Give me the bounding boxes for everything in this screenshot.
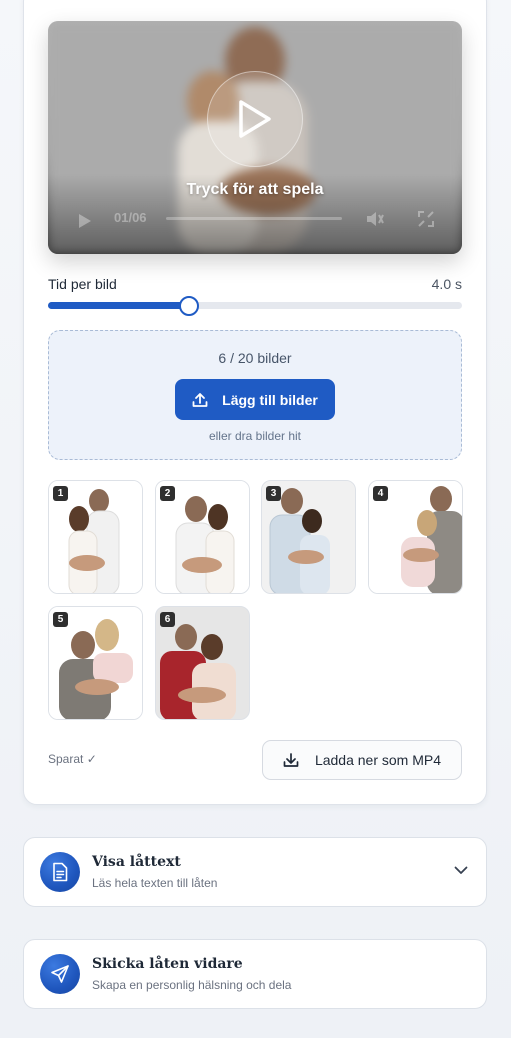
volume-icon[interactable] (366, 211, 384, 227)
thumbnail-number: 4 (373, 486, 388, 501)
mini-play-icon[interactable] (78, 213, 92, 229)
drop-hint: eller dra bilder hit (208, 429, 302, 443)
saved-status: Sparat ✓ (48, 752, 97, 766)
slider-fill (48, 302, 189, 309)
share-song-title: Skicka låten vidare (92, 956, 243, 972)
share-song-panel[interactable]: Skicka låten vidare Skapa en personlig h… (23, 939, 487, 1009)
image-thumbnail[interactable]: 4 (368, 480, 463, 594)
tap-to-play-label: Tryck för att spela (186, 181, 324, 198)
add-images-button[interactable]: Lägg till bilder (175, 379, 335, 420)
add-images-label: Lägg till bilder (222, 391, 318, 408)
image-thumbnail[interactable]: 5 (48, 606, 143, 720)
play-button[interactable] (207, 71, 303, 167)
play-icon (239, 100, 271, 138)
image-thumbnail[interactable]: 1 (48, 480, 143, 594)
share-song-subtitle: Skapa en personlig hälsning och dela (92, 978, 292, 992)
fullscreen-icon[interactable] (418, 211, 434, 227)
thumbnail-number: 2 (160, 486, 175, 501)
thumbnail-number: 1 (53, 486, 68, 501)
video-time: 01/06 (114, 210, 147, 225)
video-progress-bar[interactable] (166, 217, 342, 220)
document-icon (40, 852, 80, 892)
chevron-down-icon[interactable] (454, 866, 468, 875)
upload-icon (192, 392, 208, 407)
download-mp4-button[interactable]: Ladda ner som MP4 (262, 740, 462, 780)
video-controls: 01/06 (48, 205, 462, 235)
time-per-image-slider[interactable] (48, 296, 462, 316)
thumbnail-number: 5 (53, 612, 68, 627)
thumbnail-number: 6 (160, 612, 175, 627)
show-lyrics-subtitle: Läs hela texten till låten (92, 876, 218, 890)
video-player[interactable]: Tryck för att spela 01/06 (48, 21, 462, 254)
image-thumbnail[interactable]: 2 (155, 480, 250, 594)
show-lyrics-title: Visa låttext (92, 854, 181, 870)
download-icon (283, 753, 299, 767)
image-dropzone[interactable]: 6 / 20 bilder Lägg till bilder eller dra… (48, 330, 462, 460)
slider-thumb[interactable] (178, 296, 199, 316)
send-icon (40, 954, 80, 994)
time-per-image-value: 4.0 s (431, 276, 462, 292)
download-mp4-label: Ladda ner som MP4 (314, 752, 442, 768)
image-thumbnail[interactable]: 6 (155, 606, 250, 720)
thumbnail-number: 3 (266, 486, 281, 501)
show-lyrics-panel[interactable]: Visa låttext Läs hela texten till låten (23, 837, 487, 907)
image-count: 6 / 20 bilder (218, 350, 292, 366)
time-per-image-label: Tid per bild (48, 276, 117, 292)
image-thumbnail[interactable]: 3 (261, 480, 356, 594)
